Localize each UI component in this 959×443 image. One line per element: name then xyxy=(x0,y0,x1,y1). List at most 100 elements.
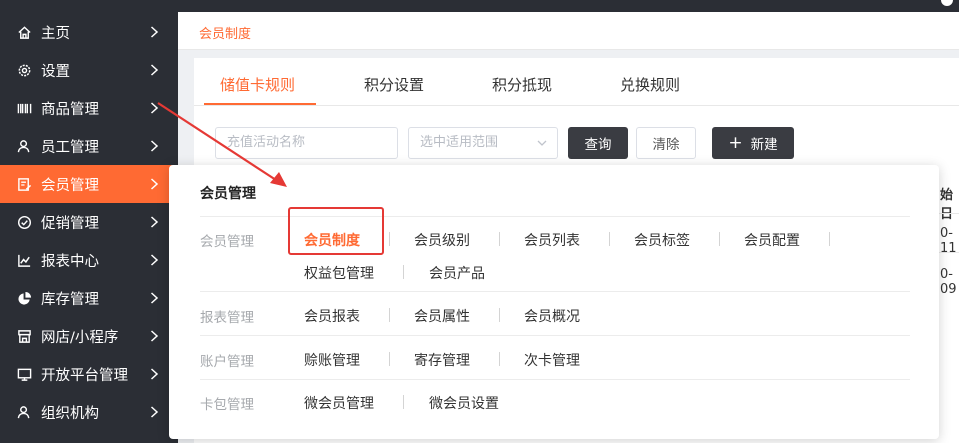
sidebar-item-label: 设置 xyxy=(41,63,70,80)
menu-item-member-reports[interactable]: 会员报表 xyxy=(304,306,360,326)
scope-select-placeholder: 选中适用范围 xyxy=(420,135,499,150)
member-management-menu: 会员管理 会员管理 会员制度 会员级别 会员列表 会员标签 会员配置 权益包管理… xyxy=(169,165,939,439)
menu-item-punch-card-management[interactable]: 次卡管理 xyxy=(524,350,580,370)
barcode-icon xyxy=(16,100,32,116)
check-circle-icon xyxy=(16,214,32,230)
new-button-label: 新建 xyxy=(750,137,778,153)
breadcrumb[interactable]: 会员制度 xyxy=(199,23,251,42)
staff-icon xyxy=(16,138,32,154)
menu-item-member-tags[interactable]: 会员标签 xyxy=(634,230,690,250)
menu-item-member-attributes[interactable]: 会员属性 xyxy=(414,306,470,326)
scope-select[interactable]: 选中适用范围 xyxy=(408,127,558,159)
menu-separator xyxy=(389,308,390,322)
sidebar-item-home[interactable]: 主页 xyxy=(0,13,178,51)
chevron-right-icon xyxy=(144,178,164,190)
menu-separator xyxy=(389,352,390,366)
menu-title: 会员管理 xyxy=(200,186,256,202)
tab-stored-value-card-rules[interactable]: 储值卡规则 xyxy=(220,74,295,95)
plus-icon: + xyxy=(728,132,743,153)
menu-divider xyxy=(200,291,910,292)
highlight-box xyxy=(288,207,384,255)
menu-item-wechat-member-settings[interactable]: 微会员设置 xyxy=(429,393,499,413)
menu-group-label: 账户管理 xyxy=(200,354,254,370)
menu-group-label: 报表管理 xyxy=(200,310,254,326)
sidebar-item-inventory[interactable]: 库存管理 xyxy=(0,279,178,317)
pie-chart-icon xyxy=(16,290,32,306)
menu-item-member-level[interactable]: 会员级别 xyxy=(414,230,470,250)
sidebar: 主页 设置 商品管理 员工管理 会员管理 促销管理 报表中心 库存管理 网店/小 xyxy=(0,12,178,443)
gear-icon xyxy=(16,62,32,78)
chevron-right-icon xyxy=(144,216,164,228)
sidebar-item-label: 主页 xyxy=(41,25,70,42)
table-cell-date: 0-09 xyxy=(940,267,957,297)
chevron-right-icon xyxy=(144,368,164,380)
active-tab-indicator xyxy=(204,103,316,105)
query-button-label: 查询 xyxy=(584,137,612,153)
top-bar xyxy=(0,0,959,12)
new-button[interactable]: + 新建 xyxy=(712,127,794,159)
sidebar-item-label: 员工管理 xyxy=(41,139,99,156)
sidebar-item-products[interactable]: 商品管理 xyxy=(0,89,178,127)
menu-separator xyxy=(499,308,500,322)
sidebar-item-staff[interactable]: 员工管理 xyxy=(0,127,178,165)
chevron-right-icon xyxy=(144,64,164,76)
menu-divider xyxy=(200,335,910,336)
menu-divider xyxy=(200,379,910,380)
member-card-icon xyxy=(16,176,32,192)
sidebar-item-organization[interactable]: 组织机构 xyxy=(0,393,178,431)
menu-item-member-overview[interactable]: 会员概况 xyxy=(524,306,580,326)
query-button[interactable]: 查询 xyxy=(568,127,628,159)
chevron-right-icon xyxy=(144,330,164,342)
sidebar-item-reports[interactable]: 报表中心 xyxy=(0,241,178,279)
chevron-right-icon xyxy=(144,102,164,114)
menu-item-wechat-member-management[interactable]: 微会员管理 xyxy=(304,393,374,413)
menu-group-label: 会员管理 xyxy=(200,234,254,250)
sidebar-item-online-shop[interactable]: 网店/小程序 xyxy=(0,317,178,355)
menu-separator xyxy=(719,232,720,246)
menu-item-member-config[interactable]: 会员配置 xyxy=(744,230,800,250)
sidebar-item-label: 促销管理 xyxy=(41,215,99,232)
tab-exchange-rules[interactable]: 兑换规则 xyxy=(620,74,680,95)
table-header-start-date: 始日 xyxy=(940,188,954,222)
menu-item-member-products[interactable]: 会员产品 xyxy=(429,263,485,283)
chevron-right-icon xyxy=(144,254,164,266)
sidebar-item-members[interactable]: 会员管理 xyxy=(0,165,178,203)
menu-item-benefits-package[interactable]: 权益包管理 xyxy=(304,263,374,283)
menu-separator xyxy=(403,395,404,409)
menu-separator xyxy=(499,232,500,246)
chevron-right-icon xyxy=(144,292,164,304)
chevron-right-icon xyxy=(144,406,164,418)
clear-button-label: 清除 xyxy=(652,137,680,153)
sidebar-item-label: 会员管理 xyxy=(41,177,99,194)
chevron-down-icon xyxy=(537,140,547,146)
menu-item-credit-management[interactable]: 赊账管理 xyxy=(304,350,360,370)
chevron-right-icon xyxy=(144,140,164,152)
chart-icon xyxy=(16,252,32,268)
activity-name-input[interactable]: 充值活动名称 xyxy=(215,127,398,159)
tab-points-cash[interactable]: 积分抵现 xyxy=(492,74,552,95)
menu-item-member-list[interactable]: 会员列表 xyxy=(524,230,580,250)
sidebar-item-label: 库存管理 xyxy=(41,291,99,308)
home-icon xyxy=(16,24,32,40)
sidebar-item-settings[interactable]: 设置 xyxy=(0,51,178,89)
organization-icon xyxy=(16,404,32,420)
sidebar-item-label: 网店/小程序 xyxy=(41,329,119,346)
menu-group-label: 卡包管理 xyxy=(200,397,254,413)
sidebar-item-label: 报表中心 xyxy=(41,253,99,270)
menu-separator xyxy=(499,352,500,366)
sidebar-item-label: 组织机构 xyxy=(41,405,99,422)
sidebar-item-promotions[interactable]: 促销管理 xyxy=(0,203,178,241)
tab-bar: 储值卡规则 积分设置 积分抵现 兑换规则 xyxy=(194,58,959,106)
sidebar-item-label: 开放平台管理 xyxy=(41,367,128,384)
menu-separator xyxy=(403,265,404,279)
shop-icon xyxy=(16,328,32,344)
clear-button[interactable]: 清除 xyxy=(636,127,696,159)
chevron-right-icon xyxy=(144,26,164,38)
sidebar-item-open-platform[interactable]: 开放平台管理 xyxy=(0,355,178,393)
top-bar-corner xyxy=(941,0,953,6)
breadcrumb-bar: 会员制度 xyxy=(178,12,959,50)
tab-points-settings[interactable]: 积分设置 xyxy=(364,74,424,95)
sidebar-item-label: 商品管理 xyxy=(41,101,99,118)
menu-separator xyxy=(389,232,390,246)
menu-item-deposit-management[interactable]: 寄存管理 xyxy=(414,350,470,370)
